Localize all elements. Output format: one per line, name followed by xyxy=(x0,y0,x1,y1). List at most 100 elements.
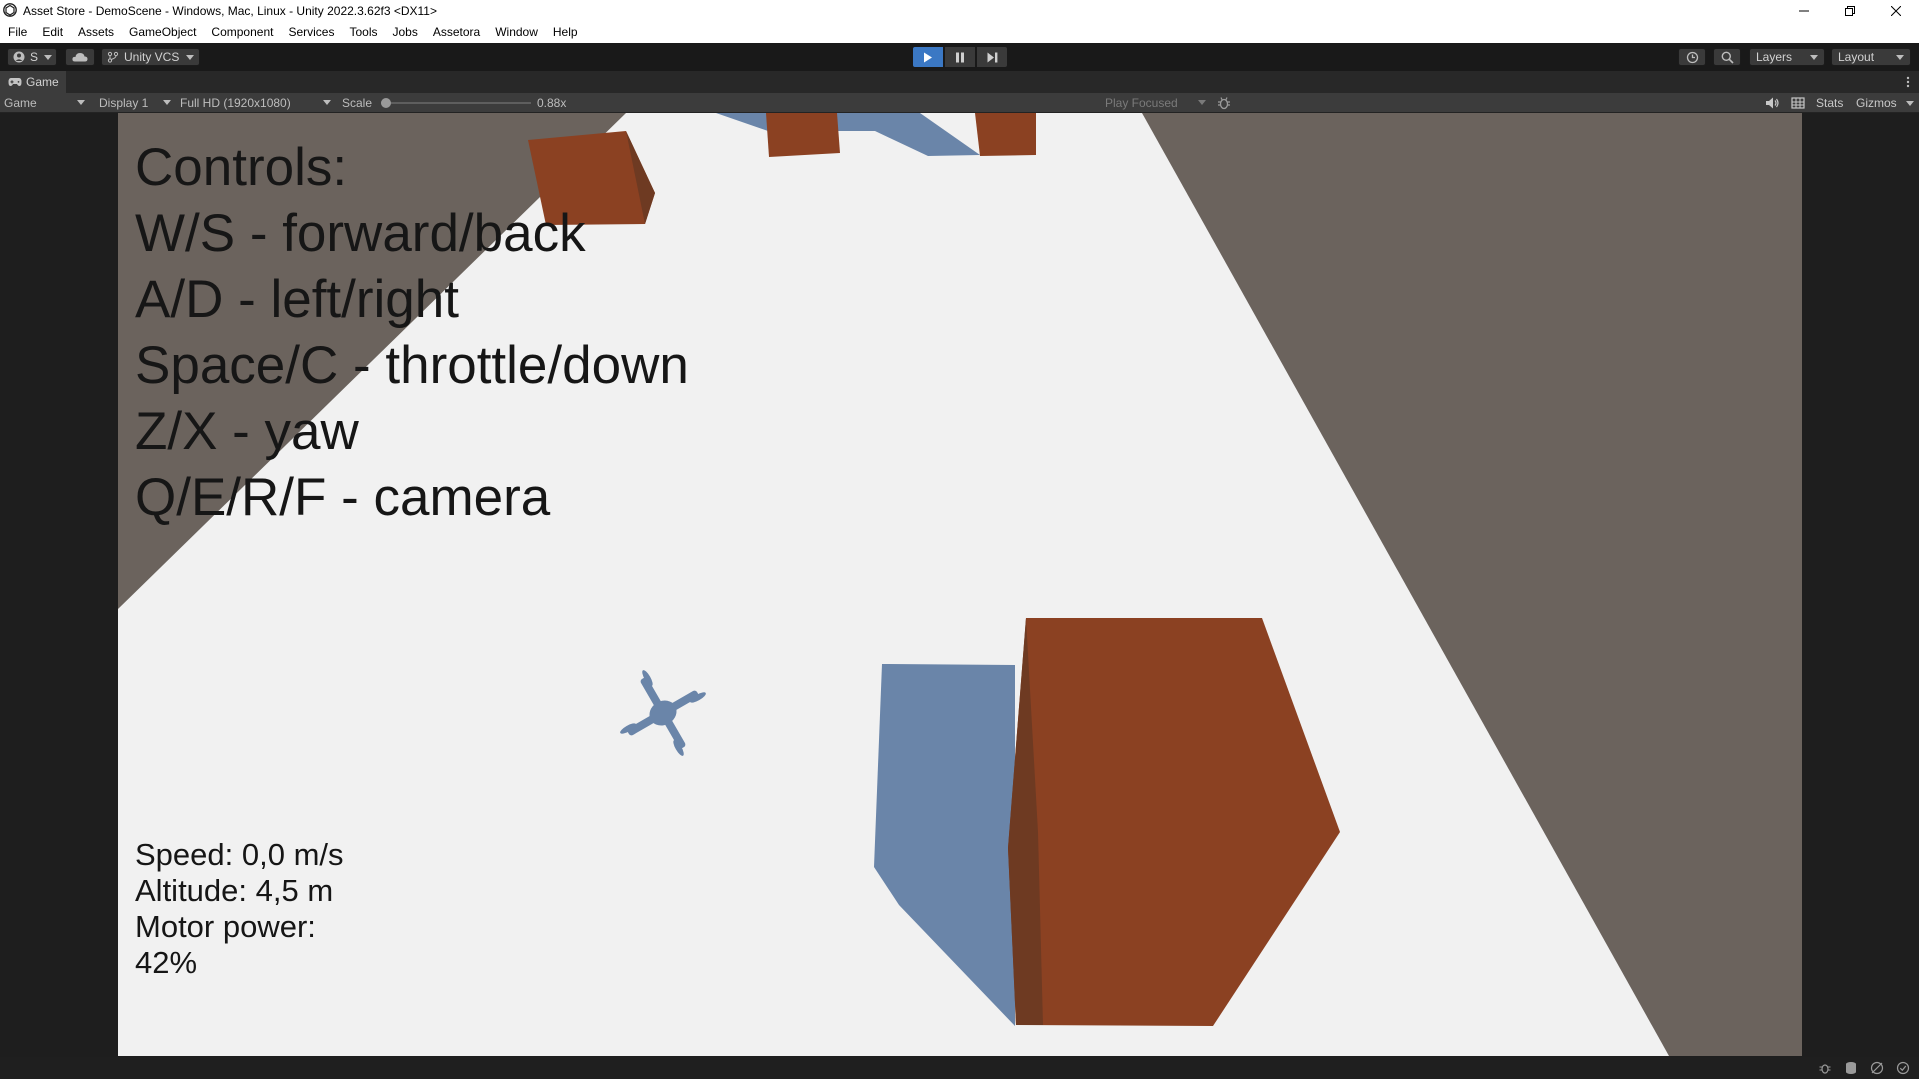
close-button[interactable] xyxy=(1873,0,1919,21)
debug-button[interactable] xyxy=(1216,95,1232,111)
check-circle-icon[interactable] xyxy=(1896,1061,1910,1075)
resolution-label: Full HD (1920x1080) xyxy=(180,96,291,110)
scale-slider-handle[interactable] xyxy=(381,98,391,108)
hud-control-left-right: A/D - left/right xyxy=(135,270,459,329)
history-icon xyxy=(1686,51,1698,63)
chevron-down-icon xyxy=(1198,100,1206,105)
restore-button[interactable] xyxy=(1827,0,1873,21)
account-label: S xyxy=(30,50,39,64)
tab-game-label: Game xyxy=(26,75,59,89)
menu-assets[interactable]: Assets xyxy=(78,25,114,39)
hud-controls: Controls: W/S - forward/back A/D - left/… xyxy=(135,135,689,531)
view-mode-label: Game xyxy=(4,96,37,110)
menu-edit[interactable]: Edit xyxy=(42,25,63,39)
account-icon xyxy=(13,51,25,63)
hud-motor-value: 42% xyxy=(135,945,198,980)
mute-audio-button[interactable] xyxy=(1764,95,1780,111)
bug-report-icon[interactable] xyxy=(1818,1061,1832,1075)
game-viewport[interactable]: Controls: W/S - forward/back A/D - left/… xyxy=(118,113,1802,1056)
play-icon xyxy=(924,52,932,62)
box-far-right xyxy=(975,113,1036,156)
hud-speed: Speed: 0,0 m/s xyxy=(135,837,344,872)
minimize-button[interactable] xyxy=(1781,0,1827,21)
gamepad-icon xyxy=(8,78,22,86)
menu-component[interactable]: Component xyxy=(211,25,273,39)
tab-game[interactable]: Game xyxy=(0,71,66,93)
close-icon xyxy=(1891,5,1901,16)
unity-logo-icon xyxy=(3,3,17,17)
scale-slider-track[interactable] xyxy=(381,102,531,104)
window-title: Asset Store - DemoScene - Windows, Mac, … xyxy=(23,4,437,18)
layout-label: Layout xyxy=(1838,50,1875,64)
scale-value: 0.88x xyxy=(537,96,567,110)
minimize-icon xyxy=(1799,10,1809,11)
tab-bar: Game xyxy=(0,71,1919,93)
chevron-down-icon xyxy=(77,100,85,105)
bug-icon xyxy=(1218,97,1230,110)
play-button[interactable] xyxy=(913,47,943,67)
cloud-button[interactable] xyxy=(65,48,95,66)
menu-jobs[interactable]: Jobs xyxy=(392,25,417,39)
chevron-down-icon xyxy=(163,100,171,105)
chevron-down-icon xyxy=(323,100,331,105)
hud-telemetry: Speed: 0,0 m/s Altitude: 4,5 m Motor pow… xyxy=(135,837,344,981)
hud-control-forward-back: W/S - forward/back xyxy=(135,204,586,263)
speaker-icon xyxy=(1766,97,1779,109)
hud-control-camera: Q/E/R/F - camera xyxy=(135,468,551,527)
status-bar xyxy=(0,1057,1919,1079)
cloud-icon xyxy=(72,53,88,62)
chevron-down-icon xyxy=(1896,54,1904,60)
search-button[interactable] xyxy=(1713,48,1741,66)
database-icon[interactable] xyxy=(1844,1061,1858,1075)
step-button[interactable] xyxy=(977,47,1007,67)
scale-label: Scale xyxy=(342,96,373,110)
stats-button[interactable]: Stats xyxy=(1816,96,1843,110)
layers-label: Layers xyxy=(1756,50,1793,64)
menu-help[interactable]: Help xyxy=(553,25,578,39)
search-icon xyxy=(1721,51,1734,64)
pause-button[interactable] xyxy=(945,47,975,67)
display-label: Display 1 xyxy=(99,96,149,110)
main-toolbar: S Unity VCS Layers Layout xyxy=(0,43,1919,71)
resolution-dropdown[interactable]: Full HD (1920x1080) xyxy=(175,93,335,112)
tab-menu-button[interactable] xyxy=(1903,75,1913,89)
unity-vcs-dropdown[interactable]: Unity VCS xyxy=(101,48,200,66)
view-mode-dropdown[interactable]: Game xyxy=(0,93,89,112)
layers-dropdown[interactable]: Layers xyxy=(1749,48,1825,66)
more-vertical-icon xyxy=(1906,76,1910,88)
menu-file[interactable]: File xyxy=(8,25,27,39)
menu-services[interactable]: Services xyxy=(288,25,334,39)
hud-control-throttle: Space/C - throttle/down xyxy=(135,336,689,395)
undo-history-button[interactable] xyxy=(1678,48,1706,66)
menu-gameobject[interactable]: GameObject xyxy=(129,25,196,39)
display-dropdown[interactable]: Display 1 xyxy=(90,93,174,112)
game-view-toolbar: Game Display 1 Full HD (1920x1080) Scale… xyxy=(0,93,1919,113)
hud-altitude: Altitude: 4,5 m xyxy=(135,873,334,908)
overlay-toggle-button[interactable] xyxy=(1790,95,1806,111)
branch-icon xyxy=(107,51,119,63)
gizmos-dropdown-icon[interactable] xyxy=(1906,101,1914,106)
network-icon[interactable] xyxy=(1870,1061,1884,1075)
layout-dropdown[interactable]: Layout xyxy=(1831,48,1911,66)
restore-icon xyxy=(1845,5,1855,16)
step-icon xyxy=(987,52,997,62)
box-far-left xyxy=(766,113,840,157)
menu-window[interactable]: Window xyxy=(495,25,538,39)
hud-motor-label: Motor power: xyxy=(135,909,316,944)
hud-controls-title: Controls: xyxy=(135,138,348,197)
menu-assetora[interactable]: Assetora xyxy=(433,25,480,39)
grid-icon xyxy=(1791,97,1805,109)
menu-tools[interactable]: Tools xyxy=(349,25,377,39)
chevron-down-icon xyxy=(1810,54,1818,60)
play-mode-label: Play Focused xyxy=(1105,96,1178,110)
chevron-down-icon xyxy=(44,54,53,60)
pause-icon xyxy=(956,52,964,62)
hud-control-yaw: Z/X - yaw xyxy=(135,402,359,461)
chevron-down-icon xyxy=(186,54,195,60)
gizmos-button[interactable]: Gizmos xyxy=(1856,96,1897,110)
window-title-bar: Asset Store - DemoScene - Windows, Mac, … xyxy=(0,0,1919,21)
menu-bar: File Edit Assets GameObject Component Se… xyxy=(0,21,1919,43)
account-dropdown[interactable]: S xyxy=(7,48,57,66)
unity-vcs-label: Unity VCS xyxy=(124,50,180,64)
play-mode-dropdown[interactable]: Play Focused xyxy=(1100,93,1210,112)
